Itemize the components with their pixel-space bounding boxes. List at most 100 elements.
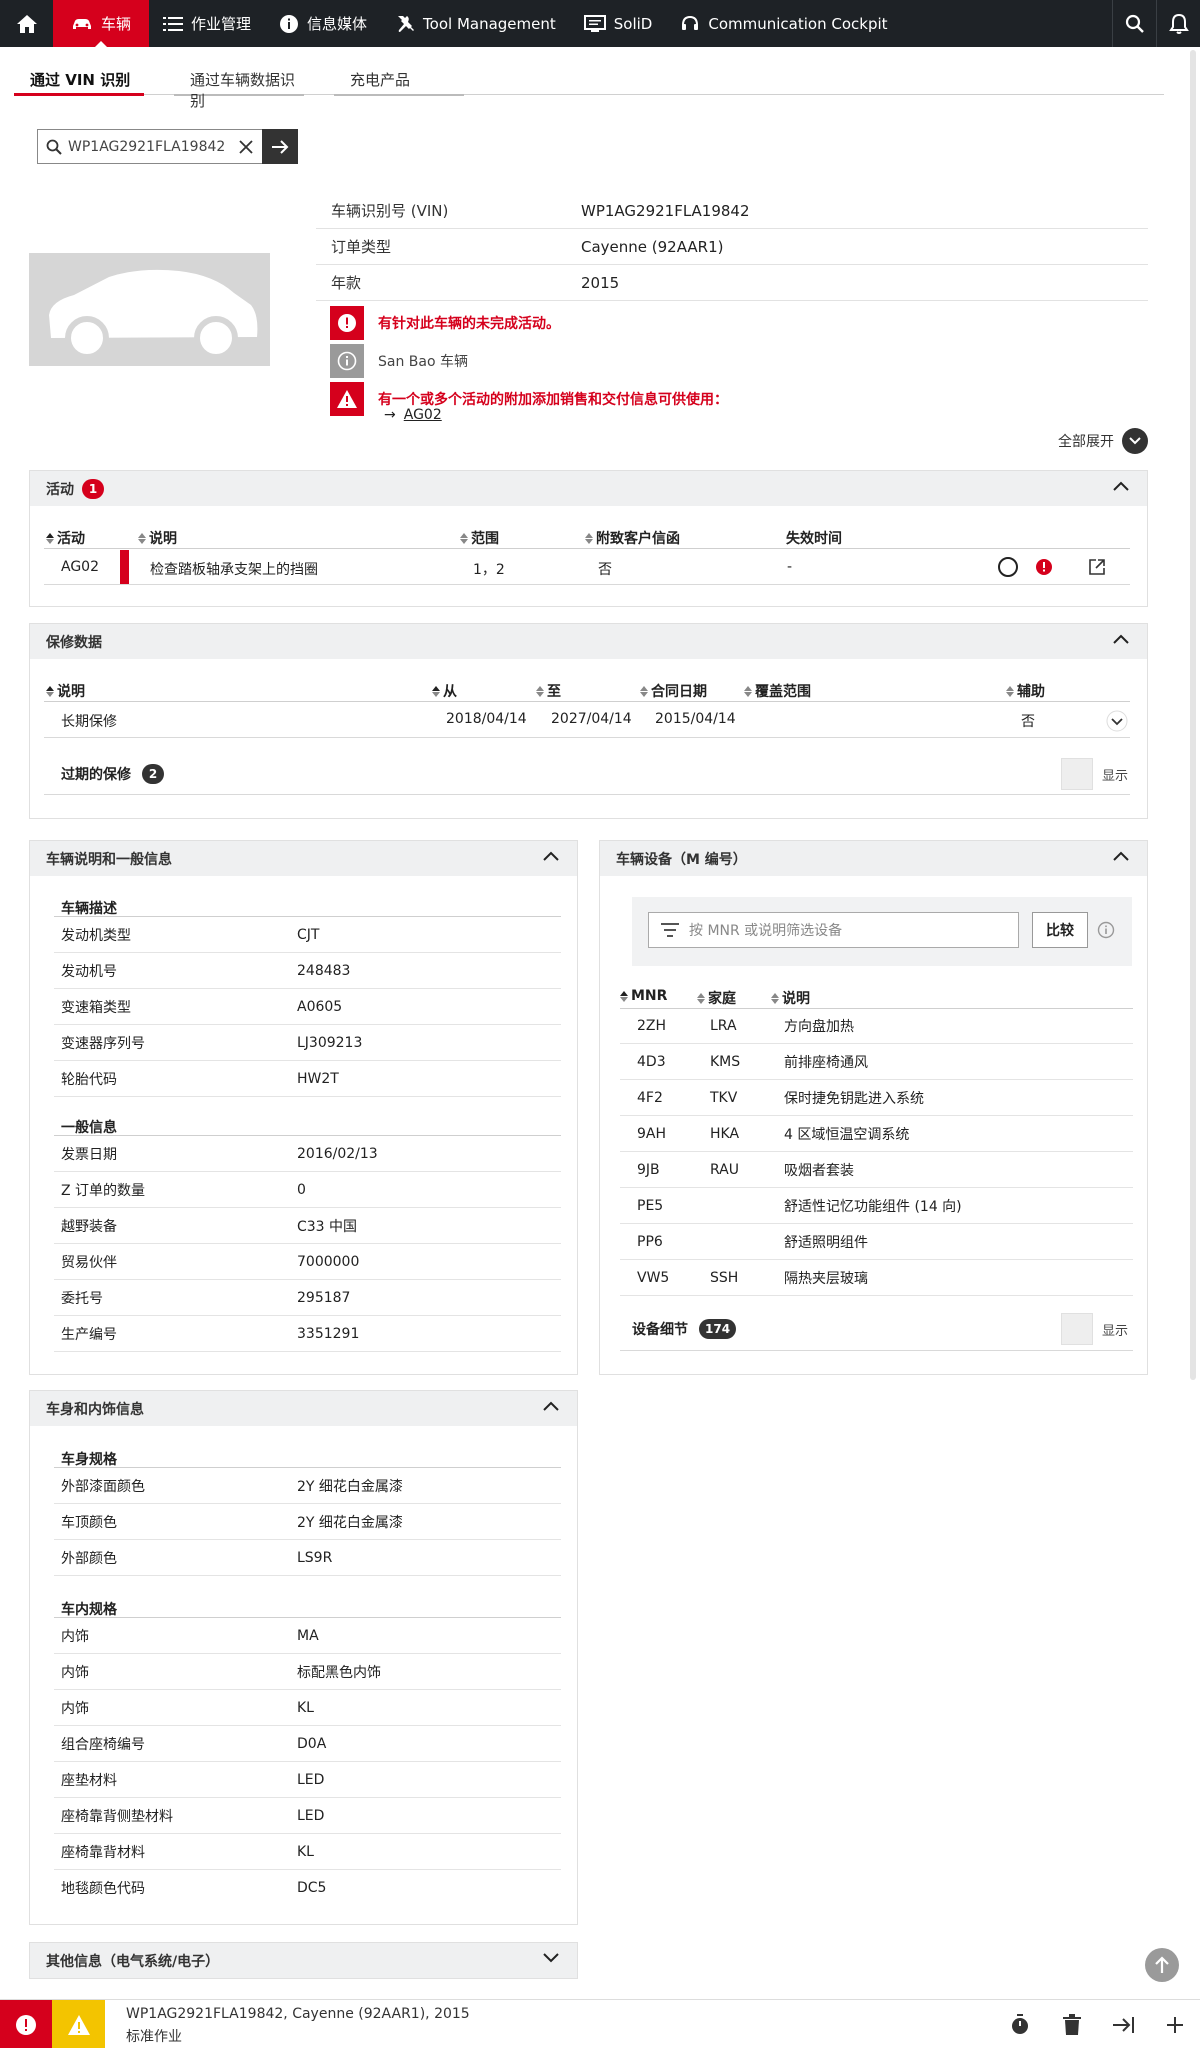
kv-value: 2016/02/13 xyxy=(297,1145,378,1162)
campaign-link-text[interactable]: AG02 xyxy=(404,407,442,423)
delete-button[interactable] xyxy=(1047,2000,1097,2048)
compare-button[interactable]: 比较 xyxy=(1032,912,1088,948)
nav-item-solid[interactable]: SoliD xyxy=(570,0,667,47)
col-header-label: 合同日期 xyxy=(651,684,707,700)
section-title: 一般信息 xyxy=(54,1109,561,1136)
show-equipment-details-toggle[interactable] xyxy=(1061,1313,1093,1345)
col-header-description[interactable]: 说明 xyxy=(138,528,177,548)
col-header-coverage[interactable]: 覆盖范围 xyxy=(744,681,811,701)
tab-vehicle-data[interactable]: 通过车辆数据识别 xyxy=(174,65,304,110)
current-job-type: 标准作业 xyxy=(126,2029,182,2045)
transfer-button[interactable] xyxy=(1099,2000,1149,2048)
expired-warranty-label: 过期的保修 2 xyxy=(61,764,164,784)
kv-row: 座椅靠背材料 KL xyxy=(54,1834,561,1870)
nav-item-job-management[interactable]: 作业管理 xyxy=(149,0,265,47)
col-header-label: 说明 xyxy=(57,684,85,700)
kv-value: LJ309213 xyxy=(297,1034,363,1051)
notifications-button[interactable] xyxy=(1156,0,1200,47)
kv-key: 内饰 xyxy=(61,1664,89,1681)
equipment-family: TKV xyxy=(710,1089,738,1106)
col-header-activity[interactable]: 活动 xyxy=(46,528,85,548)
list-icon xyxy=(163,16,184,31)
arrow-right-icon: → xyxy=(384,407,396,423)
scroll-to-top-button[interactable] xyxy=(1145,1948,1179,1982)
nav-item-communication-cockpit[interactable]: Communication Cockpit xyxy=(666,0,901,47)
tab-charging-products[interactable]: 充电产品 xyxy=(334,65,464,96)
activities-panel-header[interactable]: 活动 1 xyxy=(30,471,1147,506)
chevron-up-icon[interactable] xyxy=(543,851,559,861)
campaign-priority-marker xyxy=(120,550,129,584)
col-header-from[interactable]: 从 xyxy=(432,681,457,701)
top-navigation: 车辆 作业管理 信息媒体 Tool Management SoliD Commu… xyxy=(0,0,1200,47)
col-header-description[interactable]: 说明 xyxy=(46,681,85,701)
expand-all-button[interactable]: 全部展开 xyxy=(1058,428,1148,454)
equipment-mnr: 4F2 xyxy=(637,1089,663,1106)
equipment-filter-input[interactable]: 按 MNR 或说明筛选设备 xyxy=(648,912,1019,948)
chevron-down-icon[interactable] xyxy=(543,1953,559,1963)
show-expired-toggle[interactable] xyxy=(1061,758,1093,790)
home-button[interactable] xyxy=(0,0,53,47)
kv-row: 座垫材料 LED xyxy=(54,1762,561,1798)
other-info-panel-header[interactable]: 其他信息（电气系统/电子） xyxy=(30,1943,577,1978)
warning-status-button[interactable] xyxy=(52,2000,105,2048)
alert-icon xyxy=(16,2014,36,2035)
alert-icon xyxy=(330,306,364,340)
nav-item-info-media[interactable]: 信息媒体 xyxy=(265,0,381,47)
kv-key: 内饰 xyxy=(61,1700,89,1717)
add-button[interactable] xyxy=(1150,2000,1200,2048)
chevron-up-icon[interactable] xyxy=(1113,851,1129,861)
kv-value: HW2T xyxy=(297,1070,339,1087)
section-title: 车辆描述 xyxy=(54,890,561,917)
kv-value: LS9R xyxy=(297,1549,333,1566)
vehicle-info-panel-header[interactable]: 车辆说明和一般信息 xyxy=(30,841,577,876)
expired-warranty-text: 过期的保修 xyxy=(61,767,131,783)
nav-item-tool-management[interactable]: Tool Management xyxy=(381,0,570,47)
vin-search-input[interactable]: WP1AG2921FLA19842 xyxy=(68,139,232,155)
campaign-link[interactable]: → AG02 xyxy=(384,407,442,423)
alert-status-button[interactable] xyxy=(0,2000,52,2048)
col-header-contract-date[interactable]: 合同日期 xyxy=(640,681,707,701)
tab-vin[interactable]: 通过 VIN 识别 xyxy=(14,65,144,96)
external-link-icon[interactable] xyxy=(1088,558,1106,576)
chevron-up-icon[interactable] xyxy=(1113,481,1129,491)
col-header-scope[interactable]: 范围 xyxy=(460,528,499,548)
col-header-mnr[interactable]: MNR xyxy=(620,988,667,1004)
clear-icon[interactable] xyxy=(238,139,254,155)
equipment-row: PE5 舒适性记忆功能组件 (14 向) xyxy=(620,1188,1133,1224)
col-header-family[interactable]: 家庭 xyxy=(697,988,736,1008)
kv-value: CJT xyxy=(297,926,320,943)
col-header-label: 活动 xyxy=(57,531,85,547)
timer-button[interactable] xyxy=(995,2000,1045,2048)
kv-key: 发票日期 xyxy=(61,1146,117,1163)
general-info-table: 一般信息 发票日期 2016/02/13 Z 订单的数量 0 越野装备 C33 中国 … xyxy=(54,1109,561,1352)
summary-row: 车辆识别号 (VIN) WP1AG2921FLA19842 xyxy=(316,193,1148,229)
col-header-expiry[interactable]: 失效时间 xyxy=(786,528,842,548)
info-icon[interactable] xyxy=(1097,921,1115,939)
divider xyxy=(44,548,1130,549)
body-interior-panel-header[interactable]: 车身和内饰信息 xyxy=(30,1391,577,1426)
chevron-up-icon[interactable] xyxy=(543,1401,559,1411)
equipment-family: SSH xyxy=(710,1269,739,1286)
col-header-customer-letter[interactable]: 附致客户信函 xyxy=(585,528,680,548)
col-header-label: 说明 xyxy=(149,531,177,547)
col-header-label: MNR xyxy=(631,988,668,1004)
col-header-description[interactable]: 说明 xyxy=(771,988,810,1008)
nav-item-label: 车辆 xyxy=(101,15,132,33)
warranty-panel-header[interactable]: 保修数据 xyxy=(30,624,1147,659)
chevron-up-icon[interactable] xyxy=(1113,634,1129,644)
activity-code[interactable]: AG02 xyxy=(61,559,99,575)
vin-search-field[interactable]: WP1AG2921FLA19842 xyxy=(37,129,263,164)
nav-item-vehicle[interactable]: 车辆 xyxy=(53,0,150,47)
activities-count-badge: 1 xyxy=(82,478,104,499)
search-submit-button[interactable] xyxy=(262,129,298,164)
scrollbar[interactable] xyxy=(1190,50,1196,1380)
activity-scope: 1，2 xyxy=(473,562,505,578)
search-button[interactable] xyxy=(1112,0,1156,47)
col-header-to[interactable]: 至 xyxy=(536,681,561,701)
kv-value: DC5 xyxy=(297,1880,327,1896)
equipment-panel-header[interactable]: 车辆设备（M 编号） xyxy=(600,841,1147,876)
chevron-down-icon[interactable] xyxy=(1106,710,1128,732)
kv-row: 越野装备 C33 中国 xyxy=(54,1208,561,1244)
col-header-aux[interactable]: 辅助 xyxy=(1006,681,1045,701)
equipment-description: 前排座椅通风 xyxy=(784,1054,868,1071)
